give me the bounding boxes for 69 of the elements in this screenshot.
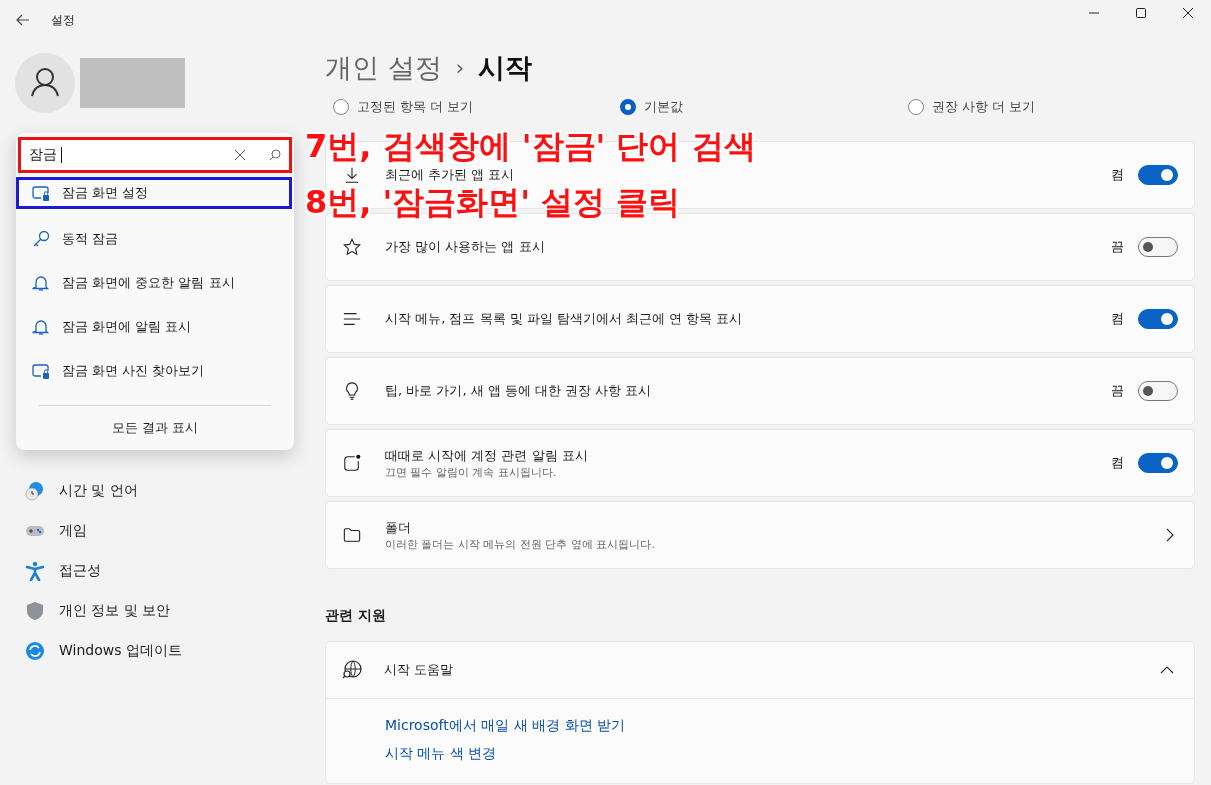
search-result[interactable]: 잠금 화면 사진 찾아보기 — [16, 349, 294, 393]
setting-description: 이러한 폴더는 시작 메뉴의 전원 단추 옆에 표시됩니다. — [385, 536, 656, 552]
update-icon — [25, 641, 45, 661]
setting-label: 가장 많이 사용하는 앱 표시 — [385, 238, 546, 256]
toggle-switch[interactable] — [1138, 165, 1178, 185]
close-icon[interactable] — [235, 150, 245, 160]
close-icon — [1182, 8, 1193, 18]
toggle-switch[interactable] — [1138, 237, 1178, 257]
search-field[interactable]: 잠금 — [18, 137, 292, 173]
toggle-state-label: 끔 — [1111, 238, 1124, 256]
nav-item[interactable]: 개인 정보 및 보안 — [15, 591, 310, 631]
toggle-state-label: 끔 — [1111, 382, 1124, 400]
maximize-icon — [1135, 8, 1146, 18]
search-result[interactable]: 잠금 화면에 알림 표시 — [16, 305, 294, 349]
bell-icon — [32, 274, 50, 292]
toggle-switch[interactable] — [1138, 453, 1178, 473]
notification-badge-icon — [343, 454, 361, 472]
back-arrow-icon[interactable] — [16, 14, 30, 26]
avatar-icon — [15, 53, 75, 113]
nav-item[interactable]: 게임 — [15, 511, 310, 551]
download-icon — [343, 166, 361, 184]
bell-icon — [32, 318, 50, 336]
expander-header[interactable]: 시작 도움말 — [326, 642, 1194, 699]
annotation-text: 8번, '잠금화면' 설정 클릭 — [305, 184, 681, 220]
toggle-state-label: 켬 — [1111, 166, 1124, 184]
setting-label: 폴더 — [385, 518, 412, 537]
search-result[interactable]: 잠금 화면에 중요한 알림 표시 — [16, 261, 294, 305]
folder-icon — [343, 526, 361, 544]
help-link[interactable]: 시작 메뉴 색 변경 — [385, 745, 1194, 763]
radio-button[interactable] — [907, 99, 924, 115]
search-result[interactable]: 동적 잠금 — [16, 217, 294, 261]
lightbulb-icon — [343, 382, 361, 400]
toggle-switch[interactable] — [1138, 381, 1178, 401]
layout-radio-option[interactable]: 기본값 — [620, 97, 908, 117]
star-icon — [343, 238, 361, 256]
privacy-icon — [25, 601, 45, 621]
toggle-switch[interactable] — [1138, 309, 1178, 329]
page-title: 시작 — [478, 50, 533, 85]
layout-radio-option[interactable]: 권장 사항 더 보기 — [907, 97, 1195, 117]
search-result[interactable]: 잠금 화면 설정 — [16, 177, 292, 209]
setting-description: 끄면 필수 알림이 계속 표시됩니다. — [385, 464, 558, 480]
radio-button[interactable] — [620, 99, 637, 115]
accessibility-icon — [25, 561, 45, 581]
nav-item[interactable]: Windows 업데이트 — [15, 631, 310, 671]
section-heading: 관련 지원 — [325, 607, 387, 625]
setting-label: 최근에 추가된 앱 표시 — [385, 166, 516, 184]
toggle-state-label: 켬 — [1111, 310, 1124, 328]
breadcrumb-separator: › — [455, 55, 465, 80]
nav-item[interactable]: 접근성 — [15, 551, 310, 591]
setting-label: 시작 메뉴, 점프 목록 및 파일 탐색기에서 최근에 연 항목 표시 — [385, 310, 744, 328]
nav-item[interactable]: 시간 및 언어 — [15, 471, 310, 511]
time-icon — [25, 481, 45, 501]
setting-label: 팁, 바로 가기, 새 앱 등에 대한 권장 사항 표시 — [385, 382, 653, 400]
breadcrumb-parent[interactable]: 개인 설정 — [325, 49, 442, 86]
globe-search-icon — [342, 660, 362, 680]
chevron-right-icon[interactable] — [1166, 528, 1174, 542]
lock-screen-icon — [32, 362, 50, 380]
key-icon — [32, 230, 50, 248]
show-all-results-button[interactable]: 모든 결과 표시 — [105, 418, 205, 438]
list-icon — [343, 310, 361, 328]
help-link[interactable]: Microsoft에서 매일 새 배경 화면 받기 — [385, 717, 1194, 735]
annotation-text: 7번, 검색창에 '잠금' 단어 검색 — [305, 128, 756, 164]
toggle-state-label: 켬 — [1111, 454, 1124, 472]
layout-radio-option[interactable]: 고정된 항목 더 보기 — [333, 97, 621, 117]
search-icon[interactable] — [269, 149, 281, 161]
window-title: 설정 — [51, 11, 75, 29]
lock-screen-icon — [32, 184, 50, 202]
setting-label: 때때로 시작에 계정 관련 알림 표시 — [385, 446, 589, 465]
radio-button[interactable] — [333, 99, 349, 115]
